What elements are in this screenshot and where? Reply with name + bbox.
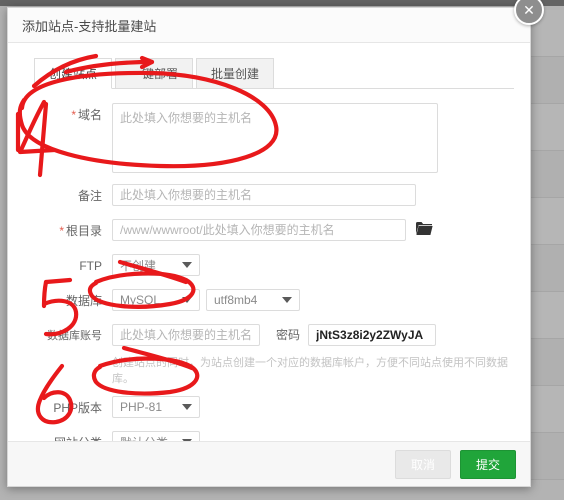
label-database: 数据库 <box>65 294 102 308</box>
field-root-dir <box>112 219 514 241</box>
db-account-hint: 创建站点的同时，为站点创建一个对应的数据库帐户，方便不同站点使用不同数据库。 <box>112 357 508 385</box>
field-ftp: 不创建 <box>112 254 514 276</box>
site-category-select[interactable]: 默认分类 <box>112 431 200 441</box>
label-db-password: 密码 <box>276 328 301 342</box>
field-domain <box>112 103 514 173</box>
dialog-body: 创建站点 一键部署 批量创建 *域名 备注 <box>8 43 530 441</box>
label-php-version: PHP版本 <box>53 401 102 415</box>
dialog-title: 添加站点-支持批量建站 <box>22 18 157 34</box>
required-star: * <box>71 108 76 122</box>
field-db-account: 密码 <box>112 324 514 346</box>
php-version-value: PHP-81 <box>120 400 163 414</box>
background-topbar <box>0 0 564 6</box>
chevron-down-icon <box>182 297 192 303</box>
database-type-select[interactable]: MySQL <box>112 289 200 311</box>
domain-textarea[interactable] <box>112 103 438 173</box>
php-version-select[interactable]: PHP-81 <box>112 396 200 418</box>
site-category-value: 默认分类 <box>120 434 168 442</box>
label-root-dir: * 根目录 <box>59 224 102 238</box>
field-database: MySQL utf8mb4 <box>112 289 514 311</box>
form-row-root-dir: * 根目录 <box>24 219 514 243</box>
dialog-header: 添加站点-支持批量建站 <box>8 8 530 43</box>
ftp-select[interactable]: 不创建 <box>112 254 200 276</box>
database-type-value: MySQL <box>120 293 161 307</box>
dialog-footer: 取消 提交 <box>8 441 530 486</box>
db-password-input[interactable] <box>308 324 437 346</box>
label-remark: 备注 <box>77 189 102 203</box>
form-row-php-version: PHP版本 PHP-81 <box>24 396 514 420</box>
form-row-database: 数据库 MySQL utf8mb4 <box>24 289 514 313</box>
form-row-ftp: FTP 不创建 <box>24 254 514 278</box>
label-site-category: 网站分类 <box>24 431 112 441</box>
form-row-remark: 备注 <box>24 184 514 208</box>
label-db-account: 数据库账号 <box>47 330 102 342</box>
folder-icon[interactable] <box>416 222 433 238</box>
remark-input[interactable] <box>112 184 416 206</box>
field-site-category: 默认分类 <box>112 431 514 441</box>
form-row-domain: * 域名 <box>24 103 514 173</box>
chevron-down-icon <box>182 404 192 410</box>
db-user-input[interactable] <box>112 324 260 346</box>
add-site-dialog: ✕ 添加站点-支持批量建站 创建站点 一键部署 批量创建 *域名 备注 <box>7 0 544 487</box>
form-row-site-category: 网站分类 默认分类 <box>24 431 514 441</box>
chevron-down-icon <box>182 262 192 268</box>
label-domain: * 域名 <box>71 108 102 122</box>
ftp-select-value: 不创建 <box>120 258 157 273</box>
cancel-button[interactable]: 取消 <box>394 449 451 479</box>
tab-bar: 创建站点 一键部署 批量创建 <box>34 57 514 89</box>
required-star: * <box>59 224 64 238</box>
database-charset-select[interactable]: utf8mb4 <box>206 289 300 311</box>
tab-create-site[interactable]: 创建站点 <box>34 58 113 89</box>
site-form: *域名 备注 *根目录 <box>24 89 514 441</box>
field-php-version: PHP-81 <box>112 396 514 418</box>
root-dir-input[interactable] <box>112 219 406 241</box>
chevron-down-icon <box>182 439 192 441</box>
label-ftp: FTP <box>79 259 102 273</box>
form-row-db-account: 数据库账号 密码 <box>24 324 514 348</box>
submit-button[interactable]: 提交 <box>459 449 516 479</box>
chevron-down-icon <box>282 297 292 303</box>
database-charset-value: utf8mb4 <box>214 293 258 307</box>
tab-one-click-deploy[interactable]: 一键部署 <box>115 58 194 88</box>
field-remark <box>112 184 514 206</box>
tab-batch-create[interactable]: 批量创建 <box>196 58 275 88</box>
